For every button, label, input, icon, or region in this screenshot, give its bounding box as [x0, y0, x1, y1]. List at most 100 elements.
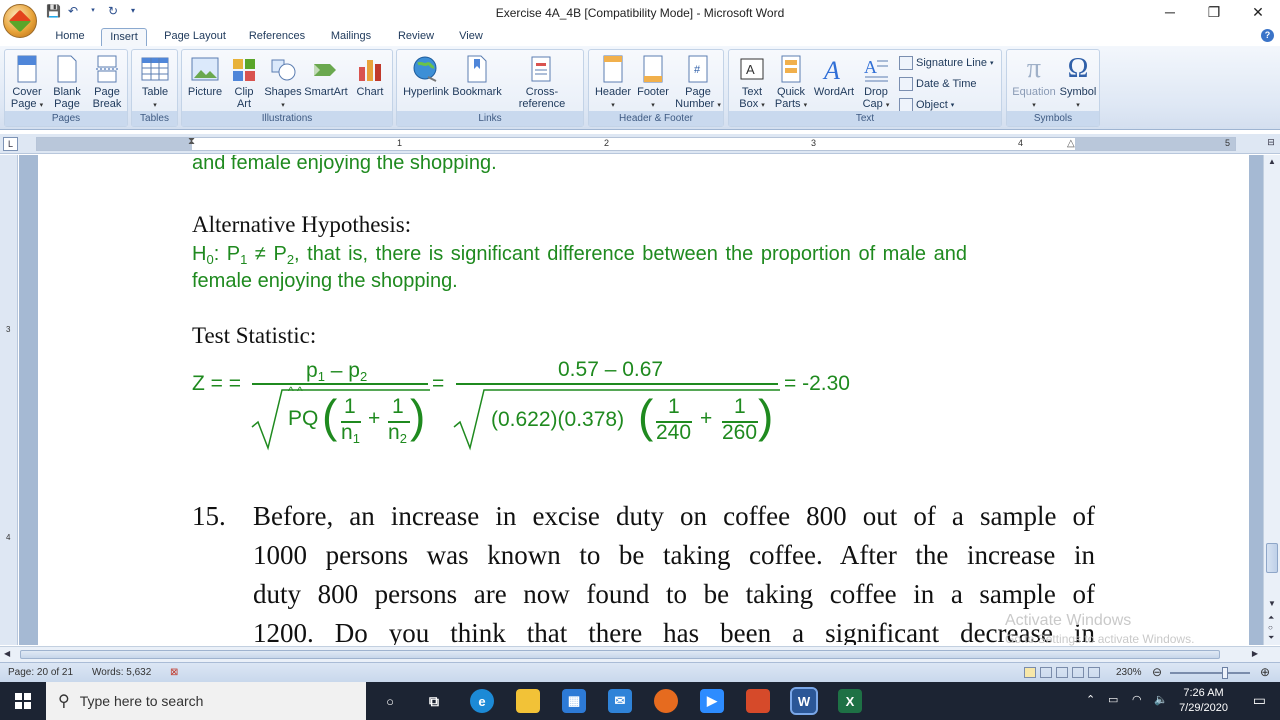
tab-insert[interactable]: Insert	[101, 28, 147, 46]
scroll-up-icon[interactable]: ▲	[1268, 157, 1276, 166]
tab-view[interactable]: View	[452, 28, 490, 46]
quick-parts-icon	[776, 54, 806, 84]
table-button[interactable]: Table ▾	[134, 54, 176, 112]
page-break-label: Page Break	[92, 86, 122, 110]
scroll-left-icon[interactable]: ◀	[4, 649, 10, 658]
clip-art-button[interactable]: Clip Art	[226, 54, 262, 110]
equals-sign: =	[432, 372, 445, 395]
date-time-button[interactable]: Date & Time	[899, 77, 977, 91]
restore-button[interactable]: ❐	[1192, 0, 1236, 24]
full-screen-reading-icon[interactable]	[1040, 667, 1052, 678]
start-button[interactable]	[0, 682, 46, 720]
tab-selector[interactable]: L	[3, 137, 18, 151]
bookmark-button[interactable]: Bookmark	[452, 54, 502, 98]
tab-page-layout[interactable]: Page Layout	[158, 28, 232, 46]
windows-taskbar: ⚲ Type here to search ○ ⧉ e ▦ ✉ ▶ W X ⌃ …	[0, 682, 1280, 720]
minimize-button[interactable]: ─	[1148, 0, 1192, 24]
group-label-pages: Pages	[5, 111, 127, 126]
search-icon: ⚲	[58, 693, 70, 710]
excel-taskbar-icon[interactable]: X	[838, 689, 862, 713]
group-header-footer: Header ▾ Footer ▾ # Page Number ▾ Header & …	[588, 49, 724, 127]
task-view-icon[interactable]: ⧉	[422, 689, 446, 713]
scroll-right-icon[interactable]: ▶	[1252, 649, 1258, 658]
web-layout-icon[interactable]	[1056, 667, 1068, 678]
tab-home[interactable]: Home	[48, 28, 92, 46]
page-break-button[interactable]: Page Break	[87, 54, 127, 110]
vertical-scrollbar[interactable]: ▲ ▼ ⏶ ○ ⏷	[1263, 155, 1280, 645]
pdf-reader-icon[interactable]	[746, 689, 770, 713]
zoom-out-icon[interactable]: ⊖	[1152, 665, 1162, 679]
page-count[interactable]: Page: 20 of 21	[8, 667, 73, 678]
help-icon[interactable]: ?	[1261, 29, 1274, 42]
battery-icon[interactable]: ▭	[1108, 693, 1118, 706]
clock[interactable]: 7:26 AM 7/29/2020	[1179, 686, 1228, 716]
horizontal-scroll-thumb[interactable]	[20, 650, 1220, 659]
proofing-icon[interactable]: ⊠	[170, 667, 178, 678]
cortana-icon[interactable]: ○	[378, 689, 402, 713]
tab-mailings[interactable]: Mailings	[323, 28, 379, 46]
cross-reference-button[interactable]: Cross-reference	[503, 54, 581, 110]
word-taskbar-icon[interactable]: W	[790, 687, 818, 715]
page-number-button[interactable]: # Page Number ▾	[675, 54, 721, 112]
smartart-button[interactable]: SmartArt	[302, 54, 350, 98]
blank-page-button[interactable]: Blank Page	[47, 54, 87, 110]
draft-icon[interactable]	[1088, 667, 1100, 678]
zoom-slider-knob[interactable]	[1222, 667, 1228, 679]
symbol-button[interactable]: Ω Symbol ▾	[1057, 54, 1099, 112]
wordart-button[interactable]: A WordArt	[811, 54, 857, 98]
horizontal-ruler[interactable]: 1 2 3 4 5 ⧗ △	[36, 136, 1236, 151]
footer-label: Footer	[637, 86, 669, 98]
notifications-icon[interactable]: ▭	[1253, 692, 1266, 709]
quick-parts-label: Quick Parts ▾	[774, 86, 808, 110]
word-window: 💾 ↶ ▾ ↻ ▾ Exercise 4A_4B [Compatibility …	[0, 0, 1280, 720]
header-button[interactable]: Header ▾	[593, 54, 633, 112]
scroll-down-icon[interactable]: ▼	[1268, 599, 1276, 608]
edge-icon[interactable]: e	[470, 689, 494, 713]
document-area: and female enjoying the shopping. Altern…	[19, 155, 1263, 645]
horizontal-scrollbar[interactable]: ◀ ▶	[0, 646, 1280, 662]
office-button[interactable]	[3, 4, 37, 38]
drop-cap-button[interactable]: A Drop Cap ▾	[857, 54, 895, 112]
previous-page-icon[interactable]: ⏶	[1268, 613, 1274, 623]
object-button[interactable]: Object ▾	[899, 98, 954, 112]
close-button[interactable]: ✕	[1236, 0, 1280, 24]
vertical-scroll-thumb[interactable]	[1266, 543, 1278, 573]
tab-references[interactable]: References	[244, 28, 310, 46]
store-icon[interactable]: ▦	[562, 689, 586, 713]
quick-parts-button[interactable]: Quick Parts ▾	[771, 54, 811, 112]
vertical-ruler[interactable]: 3 4	[0, 155, 18, 645]
file-explorer-icon[interactable]	[516, 689, 540, 713]
text-box-button[interactable]: A Text Box ▾	[733, 54, 771, 112]
zoom-slider[interactable]	[1170, 672, 1250, 674]
volume-icon[interactable]: 🔈	[1154, 693, 1168, 706]
chart-icon	[355, 54, 385, 84]
indent-marker-icon[interactable]: ⧗	[188, 136, 195, 147]
shapes-button[interactable]: Shapes ▾	[264, 54, 302, 112]
print-layout-icon[interactable]	[1024, 667, 1036, 678]
hyperlink-button[interactable]: Hyperlink	[400, 54, 452, 98]
signature-line-button[interactable]: Signature Line ▾	[899, 56, 993, 70]
outline-icon[interactable]	[1072, 667, 1084, 678]
cover-page-button[interactable]: Cover Page ▾	[7, 54, 47, 112]
view-ruler-icon[interactable]: ⊟	[1264, 137, 1278, 151]
picture-button[interactable]: Picture	[185, 54, 225, 98]
right-indent-marker-icon[interactable]: △	[1067, 138, 1075, 149]
footer-button[interactable]: Footer ▾	[633, 54, 673, 112]
equation-button[interactable]: π Equation ▾	[1010, 54, 1058, 112]
header-label: Header	[594, 86, 632, 98]
show-hidden-icons-icon[interactable]: ⌃	[1086, 693, 1095, 706]
chart-button[interactable]: Chart	[350, 54, 390, 98]
zoom-app-icon[interactable]: ▶	[700, 689, 724, 713]
zoom-level[interactable]: 230%	[1116, 667, 1142, 678]
mail-icon[interactable]: ✉	[608, 689, 632, 713]
next-page-icon[interactable]: ⏷	[1268, 633, 1274, 643]
word-count[interactable]: Words: 5,632	[92, 667, 151, 678]
wifi-icon[interactable]: ◠	[1132, 693, 1142, 706]
select-browse-object-icon[interactable]: ○	[1268, 623, 1273, 632]
svg-text:A: A	[864, 57, 877, 77]
document-page[interactable]: and female enjoying the shopping. Altern…	[38, 155, 1249, 645]
zoom-in-icon[interactable]: ⊕	[1260, 665, 1270, 679]
firefox-icon[interactable]	[654, 689, 678, 713]
taskbar-search-box[interactable]: ⚲ Type here to search	[46, 682, 366, 720]
tab-review[interactable]: Review	[392, 28, 440, 46]
